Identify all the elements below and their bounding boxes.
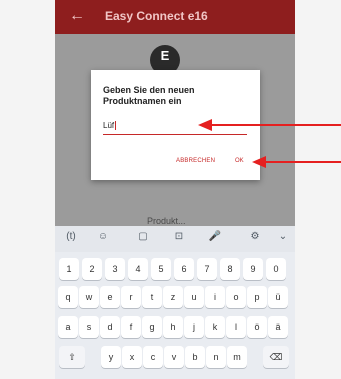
- key-f[interactable]: f: [121, 316, 141, 338]
- key-m[interactable]: m: [227, 346, 247, 368]
- key-b[interactable]: b: [185, 346, 205, 368]
- collapse-keyboard-icon[interactable]: ⌄: [275, 231, 291, 242]
- key-y[interactable]: y: [101, 346, 121, 368]
- key-7[interactable]: 7: [197, 258, 217, 280]
- key-x[interactable]: x: [122, 346, 142, 368]
- key-i[interactable]: i: [205, 286, 225, 308]
- key-w[interactable]: w: [79, 286, 99, 308]
- ok-button[interactable]: OK: [235, 158, 244, 164]
- emoji-icon[interactable]: ☺: [95, 231, 111, 242]
- phone-screen: ← Easy Connect e16 E Produkt... Geben Si…: [55, 0, 295, 379]
- key-e[interactable]: e: [100, 286, 120, 308]
- key-q[interactable]: q: [58, 286, 78, 308]
- keyboard-toolbar: (t) ☺ ▢ ⊡ 🎤 ⚙ ⌄: [55, 226, 295, 252]
- key-j[interactable]: j: [184, 316, 204, 338]
- key-0[interactable]: 0: [266, 258, 286, 280]
- key-z[interactable]: z: [163, 286, 183, 308]
- key-4[interactable]: 4: [128, 258, 148, 280]
- cancel-button[interactable]: ABBRECHEN: [176, 158, 215, 164]
- key-ae[interactable]: ä: [268, 316, 288, 338]
- soft-keyboard: (t) ☺ ▢ ⊡ 🎤 ⚙ ⌄ 1 2 3 4 5 6 7 8 9 0 q w …: [55, 226, 295, 379]
- key-v[interactable]: v: [164, 346, 184, 368]
- key-d[interactable]: d: [100, 316, 120, 338]
- background-label: Produkt...: [147, 216, 186, 226]
- product-name-input[interactable]: Lüf: [103, 120, 247, 135]
- key-9[interactable]: 9: [243, 258, 263, 280]
- key-l[interactable]: l: [226, 316, 246, 338]
- key-n[interactable]: n: [206, 346, 226, 368]
- key-k[interactable]: k: [205, 316, 225, 338]
- key-o[interactable]: o: [226, 286, 246, 308]
- microphone-icon[interactable]: 🎤: [207, 231, 223, 242]
- sticker-icon[interactable]: ▢: [135, 231, 151, 242]
- clipboard-icon[interactable]: ⊡: [171, 231, 187, 242]
- key-u[interactable]: u: [184, 286, 204, 308]
- key-g[interactable]: g: [142, 316, 162, 338]
- app-title: Easy Connect e16: [105, 9, 208, 23]
- key-c[interactable]: c: [143, 346, 163, 368]
- key-6[interactable]: 6: [174, 258, 194, 280]
- key-r[interactable]: r: [121, 286, 141, 308]
- key-s[interactable]: s: [79, 316, 99, 338]
- back-arrow-icon[interactable]: ←: [69, 6, 85, 26]
- key-oe[interactable]: ö: [247, 316, 267, 338]
- dialog-heading: Geben Sie den neuen Produktnamen ein: [103, 85, 195, 106]
- app-bar: ← Easy Connect e16: [55, 0, 295, 34]
- shift-key[interactable]: ⇧: [59, 346, 85, 368]
- key-2[interactable]: 2: [82, 258, 102, 280]
- key-8[interactable]: 8: [220, 258, 240, 280]
- backspace-key[interactable]: ⌫: [263, 346, 289, 368]
- key-t[interactable]: t: [142, 286, 162, 308]
- annotation-arrow-input: [210, 124, 341, 126]
- settings-icon[interactable]: ⚙: [247, 231, 263, 242]
- annotation-arrow-ok: [264, 161, 341, 163]
- key-ue[interactable]: ü: [268, 286, 288, 308]
- key-p[interactable]: p: [247, 286, 267, 308]
- key-h[interactable]: h: [163, 316, 183, 338]
- key-1[interactable]: 1: [59, 258, 79, 280]
- key-5[interactable]: 5: [151, 258, 171, 280]
- product-name-value: Lüf: [103, 121, 115, 130]
- translate-icon[interactable]: (t): [63, 231, 79, 242]
- text-caret: [115, 121, 117, 131]
- key-a[interactable]: a: [58, 316, 78, 338]
- key-3[interactable]: 3: [105, 258, 125, 280]
